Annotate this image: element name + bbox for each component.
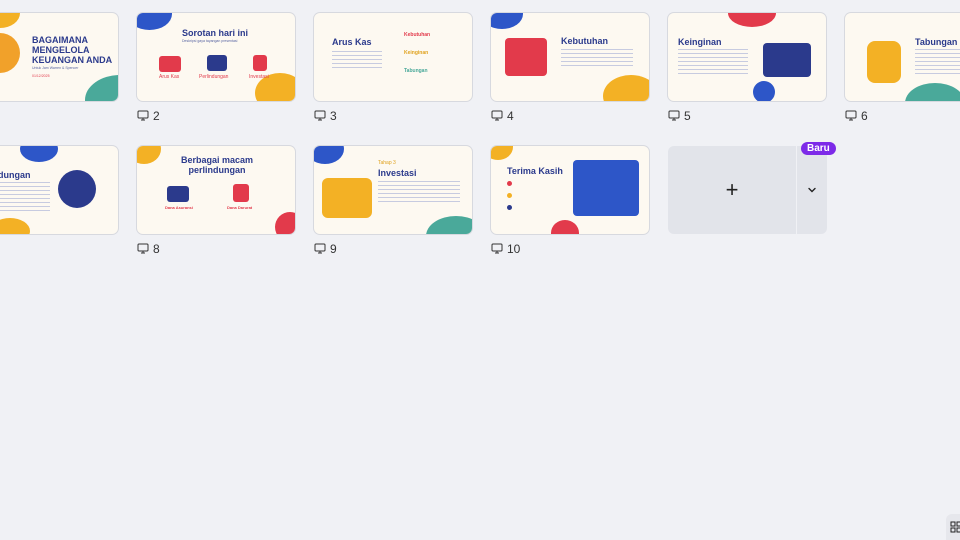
decor-blob [491, 146, 513, 160]
decor-blob [491, 13, 523, 29]
text-placeholder [915, 49, 960, 77]
slide-number-6: 6 [845, 109, 868, 123]
slide-label: Perlindungan [199, 74, 229, 80]
slide-thumbnail-7[interactable]: dungan [0, 146, 118, 234]
slide-label: Arus Kas [159, 74, 180, 80]
slide-label: Investasi [249, 74, 269, 80]
slide-number-5: 5 [668, 109, 691, 123]
illustration [505, 38, 547, 76]
slide-label: Tabungan [404, 68, 428, 74]
slide-number-4: 4 [491, 109, 514, 123]
grid-icon [950, 521, 960, 533]
slide-label: Kebutuhan [404, 32, 431, 38]
new-badge: Baru [801, 142, 836, 155]
decor-blob [137, 13, 172, 30]
presenter-notes-icon [491, 243, 503, 254]
decor-blob [275, 212, 295, 234]
add-slide-button[interactable]: + [668, 146, 796, 234]
presenter-notes-icon [314, 110, 326, 121]
slide-number-9: 9 [314, 242, 337, 256]
slide-label: Dana Darurat [227, 205, 253, 210]
text-placeholder [678, 49, 748, 77]
illustration [167, 186, 189, 202]
slide-label: Keinginan [404, 50, 429, 56]
illustration [322, 178, 372, 218]
illustration [763, 43, 811, 77]
decor-blob [753, 81, 775, 101]
text-placeholder [561, 49, 633, 69]
phone-icon [507, 181, 512, 186]
illustration [573, 160, 639, 216]
slide-thumbnail-10[interactable]: Terima Kasih [491, 146, 649, 234]
slide-label: Dana Asuransi [165, 205, 193, 210]
illustration [233, 184, 249, 202]
grid-view-button[interactable] [946, 514, 960, 540]
decor-blob [20, 146, 58, 162]
presenter-notes-icon [668, 110, 680, 121]
slide-title: Berbagai macam perlindungan [180, 155, 254, 175]
decor-blob [0, 13, 20, 28]
slide-grid: BAGAIMANA MENGELOLA KEUANGAN ANDA Untuk … [0, 0, 960, 540]
decor-blob [426, 216, 472, 234]
decor-blob [137, 146, 161, 164]
decor-blob [314, 146, 344, 164]
slide-title: Sorotan hari ini [182, 28, 249, 38]
slide-thumbnail-4[interactable]: Kebutuhan [491, 13, 649, 101]
slide-title: Keinginan [678, 37, 722, 47]
slide-subtitle: Untuk Jam Warren & Spencer [32, 66, 79, 70]
email-icon [507, 193, 512, 198]
slide-thumbnail-8[interactable]: Berbagai macam perlindungan Dana Asurans… [137, 146, 295, 234]
decor-blob [0, 218, 30, 234]
decor-blob [728, 13, 776, 27]
slide-title: Arus Kas [332, 37, 372, 47]
illustration [0, 33, 20, 73]
chevron-down-icon [808, 187, 816, 193]
decor-blob [85, 75, 118, 101]
illustration [159, 56, 181, 72]
text-placeholder [332, 51, 382, 69]
text-placeholder [378, 181, 460, 205]
slide-title: Tabungan [915, 37, 958, 47]
illustration [207, 55, 227, 71]
location-icon [507, 205, 512, 210]
decor-blob [551, 220, 579, 234]
step-label: Tahap 3 [378, 160, 396, 166]
slide-thumbnail-3[interactable]: Arus Kas Kebutuhan Keinginan Tabungan [314, 13, 472, 101]
presenter-notes-icon [845, 110, 857, 121]
decor-blob [905, 83, 960, 101]
slide-number-10: 10 [491, 242, 520, 256]
text-placeholder [0, 182, 50, 212]
illustration [58, 170, 96, 208]
slide-thumbnail-5[interactable]: Keinginan [668, 13, 826, 101]
slide-number-3: 3 [314, 109, 337, 123]
slide-thumbnail-2[interactable]: Sorotan hari ini Deskripsi gaya tayangan… [137, 13, 295, 101]
slide-thumbnail-9[interactable]: Tahap 3 Investasi [314, 146, 472, 234]
illustration [253, 55, 267, 71]
slide-title: dungan [0, 170, 31, 180]
plus-icon: + [725, 177, 739, 202]
slide-title: BAGAIMANA MENGELOLA KEUANGAN ANDA [32, 35, 113, 65]
slide-number-2: 2 [137, 109, 160, 123]
presenter-notes-icon [491, 110, 503, 121]
presenter-notes-icon [137, 110, 149, 121]
decor-blob [603, 75, 649, 101]
illustration [867, 41, 901, 83]
slide-subtitle: Deskripsi gaya tayangan presentasi [182, 39, 238, 43]
slide-number-8: 8 [137, 242, 160, 256]
slide-date: 01/12/2025 [32, 74, 50, 78]
slide-thumbnail-1[interactable]: BAGAIMANA MENGELOLA KEUANGAN ANDA Untuk … [0, 13, 118, 101]
add-slide-dropdown[interactable] [797, 146, 827, 234]
slide-title: Investasi [378, 168, 417, 178]
presenter-notes-icon [314, 243, 326, 254]
slide-title: Kebutuhan [561, 36, 608, 46]
presenter-notes-icon [137, 243, 149, 254]
slide-thumbnail-6[interactable]: Tabungan [845, 13, 960, 101]
